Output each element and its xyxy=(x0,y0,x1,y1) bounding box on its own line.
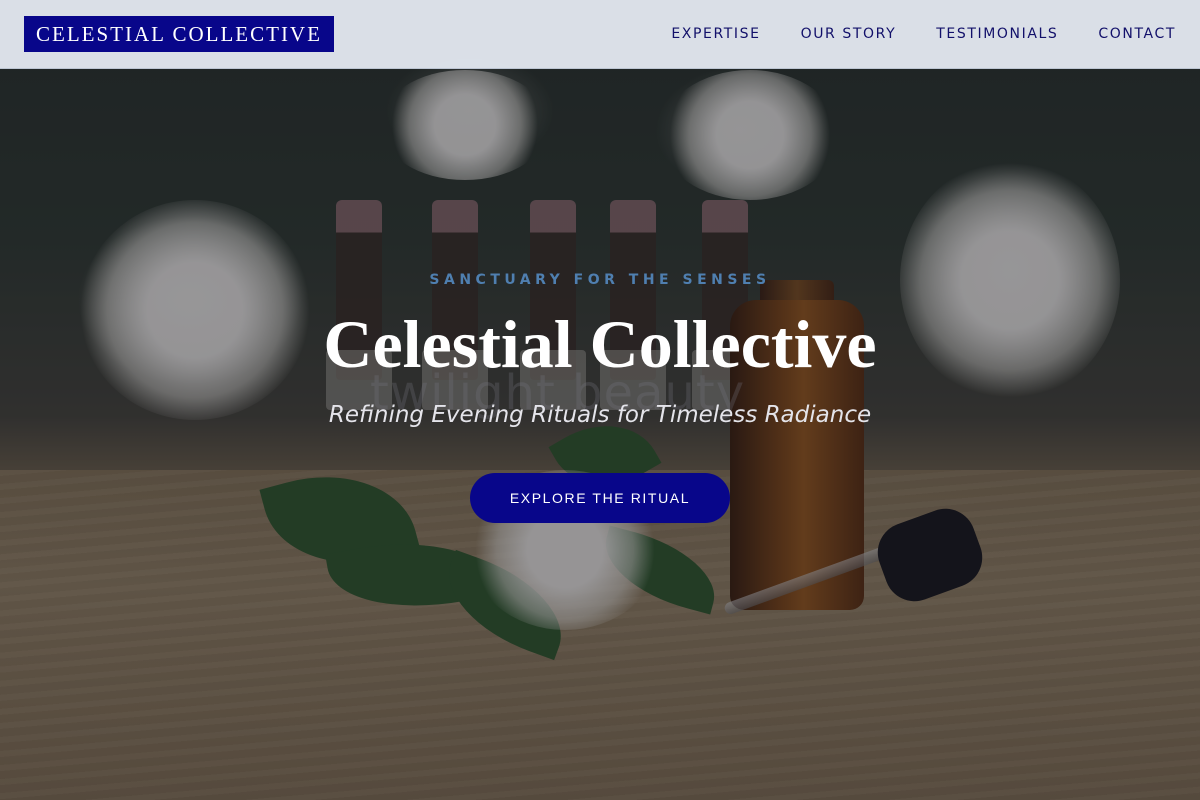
top-navigation: CELESTIAL COLLECTIVE EXPERTISE OUR STORY… xyxy=(0,0,1200,69)
nav-item-contact[interactable]: CONTACT xyxy=(1098,26,1176,42)
nav-item-testimonials[interactable]: TESTIMONIALS xyxy=(936,26,1058,42)
nav-item-expertise[interactable]: EXPERTISE xyxy=(671,26,760,42)
nav-item-our-story[interactable]: OUR STORY xyxy=(801,26,897,42)
brand-logo[interactable]: CELESTIAL COLLECTIVE xyxy=(24,16,334,52)
explore-ritual-button[interactable]: EXPLORE THE RITUAL xyxy=(469,473,731,523)
hero-content: SANCTUARY FOR THE SENSES Celestial Colle… xyxy=(0,272,1200,523)
hero-eyebrow: SANCTUARY FOR THE SENSES xyxy=(429,272,771,288)
hero-subtitle: Refining Evening Rituals for Timeless Ra… xyxy=(328,402,872,428)
hero-section: twilight beauty SANCTUARY FOR THE SENSES… xyxy=(0,0,1200,800)
hero-title: Celestial Collective xyxy=(323,306,877,382)
nav-menu: EXPERTISE OUR STORY TESTIMONIALS CONTACT xyxy=(671,26,1176,42)
